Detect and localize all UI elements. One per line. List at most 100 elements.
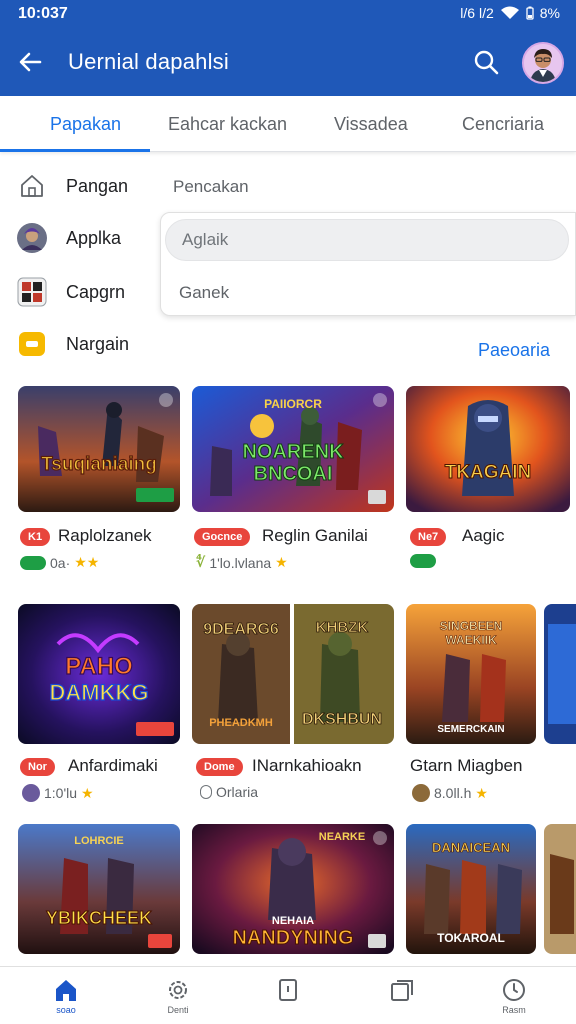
wifi-icon xyxy=(500,6,520,20)
game-title[interactable]: Anfardimaki xyxy=(68,756,158,776)
game-art-title: NANDYNING xyxy=(232,927,353,949)
game-art-title: Tsuqianiaing xyxy=(41,454,157,475)
game-card-image-partial[interactable] xyxy=(544,604,576,744)
active-tab-indicator xyxy=(0,149,150,152)
game-meta-text: 8.0ll.h xyxy=(434,785,472,801)
game-meta: ∜ 1'lo.lvlana ★ xyxy=(196,554,288,571)
nav-tablet[interactable] xyxy=(258,977,318,1003)
sidebar-item-label: Pangan xyxy=(66,175,129,196)
game-art-subtitle: BNCOAI xyxy=(254,463,333,485)
game-art-subtitle: SEMERCKAIN xyxy=(437,724,504,735)
game-meta-text: Orlaria xyxy=(216,784,259,800)
game-meta-text: 1'lo.lvlana xyxy=(209,554,272,571)
app-icon xyxy=(22,784,40,802)
status-bar: 10:037 l/6 l/2 8% xyxy=(0,0,576,30)
nav-windows[interactable] xyxy=(372,977,432,1003)
tablet-icon xyxy=(279,979,297,1001)
window-icon xyxy=(391,980,413,1001)
battery-text: 8% xyxy=(539,5,560,21)
game-art-title: NOARENK xyxy=(242,441,344,463)
game-meta xyxy=(410,554,436,568)
page-title: Uernial dapahlsi xyxy=(68,49,229,74)
game-card-image[interactable]: LOHRCIE YBIKCHEEK xyxy=(18,824,180,954)
dropdown-option[interactable]: Ganek xyxy=(179,283,229,303)
game-meta-text: 0a· xyxy=(50,554,71,571)
avatar-icon xyxy=(16,222,48,254)
home-icon xyxy=(56,980,76,1001)
search-input[interactable]: Aglaik xyxy=(165,219,569,261)
nav-label: Denti xyxy=(167,1005,189,1015)
game-card-image[interactable]: PAIIORCR NOARENK BNCOAI xyxy=(192,386,394,512)
game-title[interactable]: INarnkahioakn xyxy=(252,756,362,776)
tab-papakan[interactable]: Papakan xyxy=(50,114,121,135)
signal-text: l/6 l/2 xyxy=(460,5,494,21)
game-meta: 0a· ★★ xyxy=(20,554,99,571)
sidebar-item-label: Nargain xyxy=(66,333,130,354)
star-icon: ★ xyxy=(475,784,488,801)
game-title[interactable]: Reglin Ganilai xyxy=(262,526,368,546)
search-icon[interactable] xyxy=(470,46,502,78)
app-bar: Uernial dapahlsi xyxy=(0,32,576,94)
game-card-image[interactable]: TKAGAIN xyxy=(406,386,570,512)
game-art-title: YBIKCHEEK xyxy=(46,908,152,928)
nav-home[interactable]: soao xyxy=(36,977,96,1015)
sidebar-item-nargain[interactable]: Nargain xyxy=(16,324,129,364)
game-art-top: SINGBEEN xyxy=(440,619,503,633)
game-meta: Orlaria xyxy=(200,784,258,800)
game-art-subtitle: DKSHBUN xyxy=(302,711,382,728)
game-title[interactable]: Gtarn Miagben xyxy=(410,756,522,776)
tab-eahcar-kackan[interactable]: Eahcar kackan xyxy=(168,114,287,135)
game-badge: Nor xyxy=(20,758,55,776)
game-art-title: WAEKIIK xyxy=(445,633,497,647)
game-art-title: PAHO xyxy=(65,653,133,680)
status-time: 10:037 xyxy=(18,5,68,22)
nav-label: Rasm xyxy=(502,1005,526,1015)
game-art-subtitle: NEHAIA xyxy=(272,915,314,927)
see-more-link[interactable]: Paeoaria xyxy=(478,340,550,361)
sidebar-item-label: Capgrn xyxy=(66,281,126,302)
game-art-top: NEARKE xyxy=(319,831,365,843)
circle-icon xyxy=(200,785,212,799)
tab-vissadea[interactable]: Vissadea xyxy=(334,114,408,135)
leaf-icon: ∜ xyxy=(196,554,206,570)
game-art-subtitle: DAMKKG xyxy=(50,680,149,705)
green-pill-icon xyxy=(410,554,436,568)
nav-settings[interactable]: Denti xyxy=(148,977,208,1015)
star-icon: ★ xyxy=(81,784,94,801)
game-card-image[interactable]: SINGBEEN WAEKIIK SEMERCKAIN xyxy=(406,604,536,744)
game-art-title: TKAGAIN xyxy=(445,462,532,483)
sidebar-item-capgrn[interactable]: Capgrn xyxy=(16,272,125,312)
nav-label: soao xyxy=(56,1005,76,1015)
game-art-top: PAIIORCR xyxy=(264,397,322,411)
sidebar-item-pangan[interactable]: Pangan xyxy=(16,166,128,206)
game-card-image[interactable]: NEARKE NEHAIA NANDYNING xyxy=(192,824,394,954)
game-title[interactable]: Aagic xyxy=(462,526,505,546)
status-indicators: l/6 l/2 8% xyxy=(460,5,560,21)
back-arrow-icon[interactable] xyxy=(14,46,46,78)
tab-cencriaria[interactable]: Cencriaria xyxy=(462,114,544,135)
game-card-image[interactable]: 9DEARG6 PHEADKMH KHBZK DKSHBUN xyxy=(192,604,394,744)
game-card-image-partial[interactable] xyxy=(544,824,576,954)
game-title[interactable]: Raplolzanek xyxy=(58,526,152,546)
grid-app-icon xyxy=(16,276,48,308)
sidebar-item-label: Applka xyxy=(66,227,122,248)
bottom-navigation: soao Denti Rasm xyxy=(0,966,576,1024)
game-badge: Ne7 xyxy=(410,528,447,546)
game-art-title: TOKAROAL xyxy=(437,931,505,945)
avatar[interactable] xyxy=(522,42,564,84)
app-icon xyxy=(412,784,430,802)
game-card-image[interactable]: Tsuqianiaing xyxy=(18,386,180,512)
game-badge: Dome xyxy=(196,758,243,776)
star-icon: ★ xyxy=(275,554,288,570)
green-pill-icon xyxy=(20,555,46,570)
star-icon: ★★ xyxy=(74,554,100,570)
game-card-image[interactable]: DANAICEAN TOKAROAL xyxy=(406,824,536,954)
nav-clock[interactable]: Rasm xyxy=(484,977,544,1015)
game-card-image[interactable]: PAHO DAMKKG xyxy=(18,604,180,744)
clock-icon xyxy=(503,979,525,1001)
sidebar-item-applka[interactable]: Applka xyxy=(16,218,121,258)
tab-bar: Papakan Eahcar kackan Vissadea Cencriari… xyxy=(0,96,576,152)
chat-icon xyxy=(16,328,48,360)
game-meta: 8.0ll.h ★ xyxy=(412,784,488,802)
game-meta: 1:0'lu ★ xyxy=(22,784,94,802)
